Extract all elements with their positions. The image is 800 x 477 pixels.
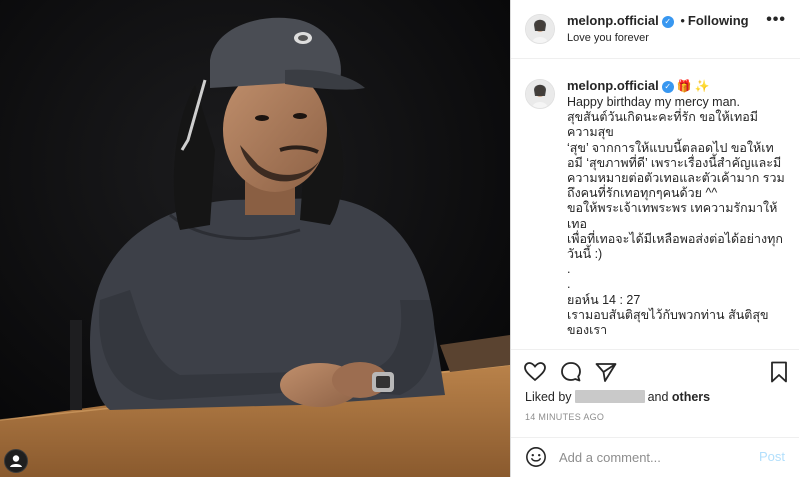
sparkle-icon: ✨ — [694, 79, 710, 93]
comment-bar: Post — [511, 437, 799, 477]
post-side-panel: melonp.official ✓ • Following Love you for… — [510, 0, 800, 477]
liked-by-prefix: Liked by — [525, 390, 572, 404]
bookmark-icon[interactable] — [767, 360, 791, 384]
header-username[interactable]: melonp.official — [567, 13, 659, 28]
separator-dot: • — [680, 13, 685, 28]
header-title-line: melonp.official ✓ • Following — [567, 13, 749, 28]
location-label[interactable]: Love you forever — [567, 32, 649, 44]
tagged-user-icon[interactable] — [4, 449, 28, 473]
post-timestamp[interactable]: 14 MINUTES AGO — [525, 412, 604, 422]
verified-icon: ✓ — [661, 16, 674, 28]
comment-input[interactable] — [559, 447, 739, 467]
liked-and: and — [647, 390, 669, 404]
caption-username[interactable]: melonp.official — [567, 78, 659, 93]
caption-text: Happy birthday my mercy man. สุขสันต์วัน… — [567, 95, 785, 338]
more-options-icon[interactable]: ••• — [766, 12, 786, 28]
emoji-smile-icon[interactable] — [525, 446, 547, 468]
liked-others-link[interactable]: others — [672, 390, 710, 404]
follow-button[interactable]: Following — [688, 13, 749, 28]
avatar[interactable] — [525, 14, 555, 44]
caption-author-line: melonp.official ✓ 🎁 ✨ — [567, 78, 710, 93]
comment-icon[interactable] — [559, 360, 583, 384]
post-actions: Liked by and others 14 MINUTES AGO — [511, 349, 799, 438]
caption-section: melonp.official ✓ 🎁 ✨ Happy birthday my mer… — [511, 59, 799, 349]
post-header: melonp.official ✓ • Following Love you for… — [511, 0, 800, 59]
post-photo[interactable] — [0, 0, 510, 477]
share-icon[interactable] — [594, 360, 618, 384]
verified-icon: ✓ — [661, 81, 674, 93]
likes-line: Liked by and others — [525, 390, 710, 404]
blurred-username — [574, 390, 645, 403]
caption-avatar[interactable] — [525, 79, 555, 109]
photo-image — [0, 0, 510, 477]
like-heart-icon[interactable] — [523, 360, 547, 384]
post-comment-button[interactable]: Post — [759, 449, 785, 464]
gift-icon: 🎁 — [676, 79, 692, 93]
